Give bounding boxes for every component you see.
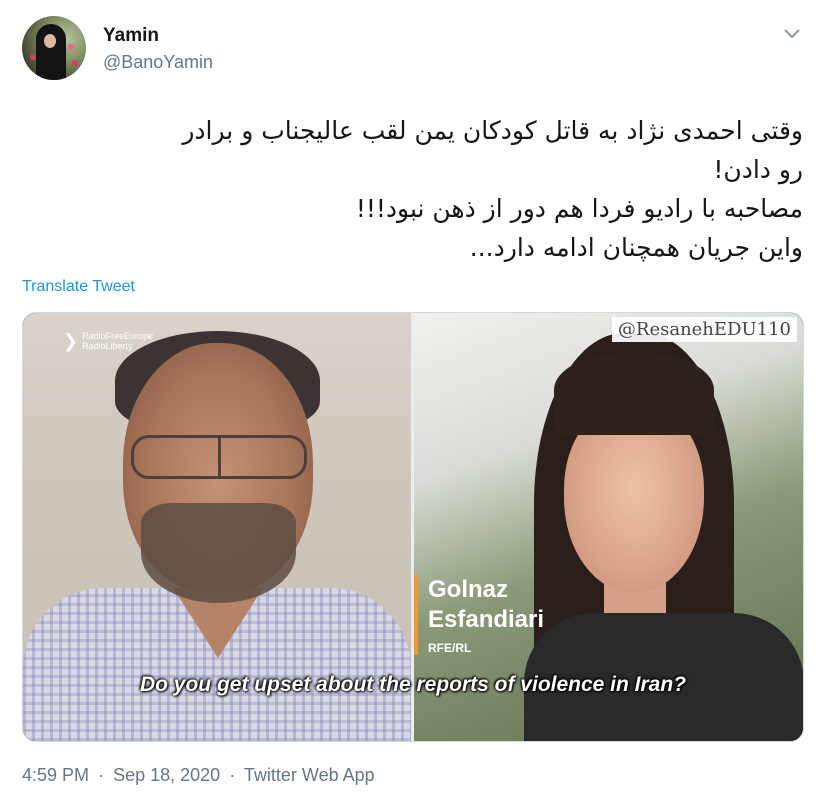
- tweet-source[interactable]: Twitter Web App: [244, 765, 375, 785]
- lower-third-caption: Golnaz Esfandiari RFE/RL: [414, 575, 544, 655]
- logo-line-2: RadioLiberty: [82, 341, 133, 351]
- avatar-figure: [36, 24, 66, 80]
- author-handle[interactable]: @BanoYamin: [103, 52, 213, 73]
- tweet-card: Yamin @BanoYamin وقتی احمدی نژاد به قاتل…: [0, 0, 825, 811]
- chevron-down-icon: [784, 29, 800, 39]
- video-subtitle: Do you get upset about the reports of vi…: [139, 673, 687, 696]
- logo-line-1: RadioFreeEurope: [82, 331, 154, 341]
- tweet-menu-button[interactable]: [778, 20, 806, 48]
- rfe-logo: ❯ RadioFreeEurope RadioLiberty: [63, 331, 153, 351]
- tweet-text: وقتی احمدی نژاد به قاتل کودکان یمن لقب ع…: [182, 116, 803, 262]
- tweet-meta: 4:59 PM · Sep 18, 2020 · Twitter Web App: [22, 765, 379, 786]
- avatar-flower: [30, 54, 36, 60]
- watermark: @ResanehEDU110: [611, 317, 797, 342]
- rfe-logo-icon: ❯: [63, 331, 79, 351]
- tweet-date[interactable]: Sep 18, 2020: [113, 765, 220, 785]
- tweet-time[interactable]: 4:59 PM: [22, 765, 89, 785]
- tweet-media[interactable]: ❯ RadioFreeEurope RadioLiberty @ResanehE…: [22, 312, 804, 742]
- man-beard: [141, 503, 296, 603]
- caption-first-name: Golnaz: [428, 576, 509, 603]
- meta-separator: ·: [229, 765, 236, 785]
- woman-bangs: [554, 353, 714, 435]
- author-display-name[interactable]: Yamin: [103, 25, 159, 47]
- meta-separator: ·: [98, 765, 105, 785]
- caption-last-name: Esfandiari: [428, 606, 545, 633]
- avatar-flower: [72, 60, 78, 66]
- avatar-face: [44, 34, 56, 48]
- avatar[interactable]: [22, 16, 86, 80]
- glasses: [131, 435, 307, 479]
- translate-tweet-link[interactable]: Translate Tweet: [22, 278, 135, 296]
- avatar-flower: [68, 44, 74, 50]
- caption-organization: RFE/RL: [428, 641, 472, 655]
